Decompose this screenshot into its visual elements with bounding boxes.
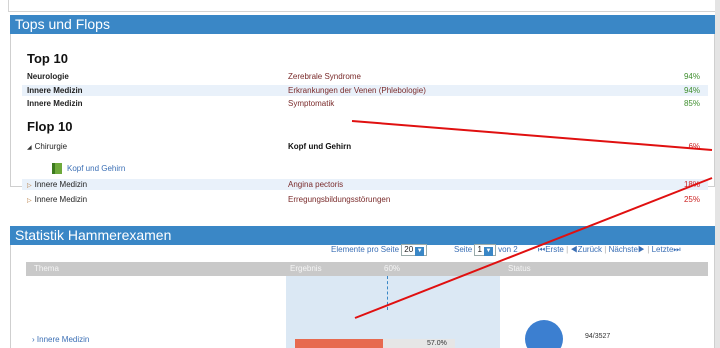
annotation-arrow	[351, 120, 713, 151]
annotation-arrows	[351, 120, 713, 319]
annotation-arrow	[354, 177, 713, 319]
